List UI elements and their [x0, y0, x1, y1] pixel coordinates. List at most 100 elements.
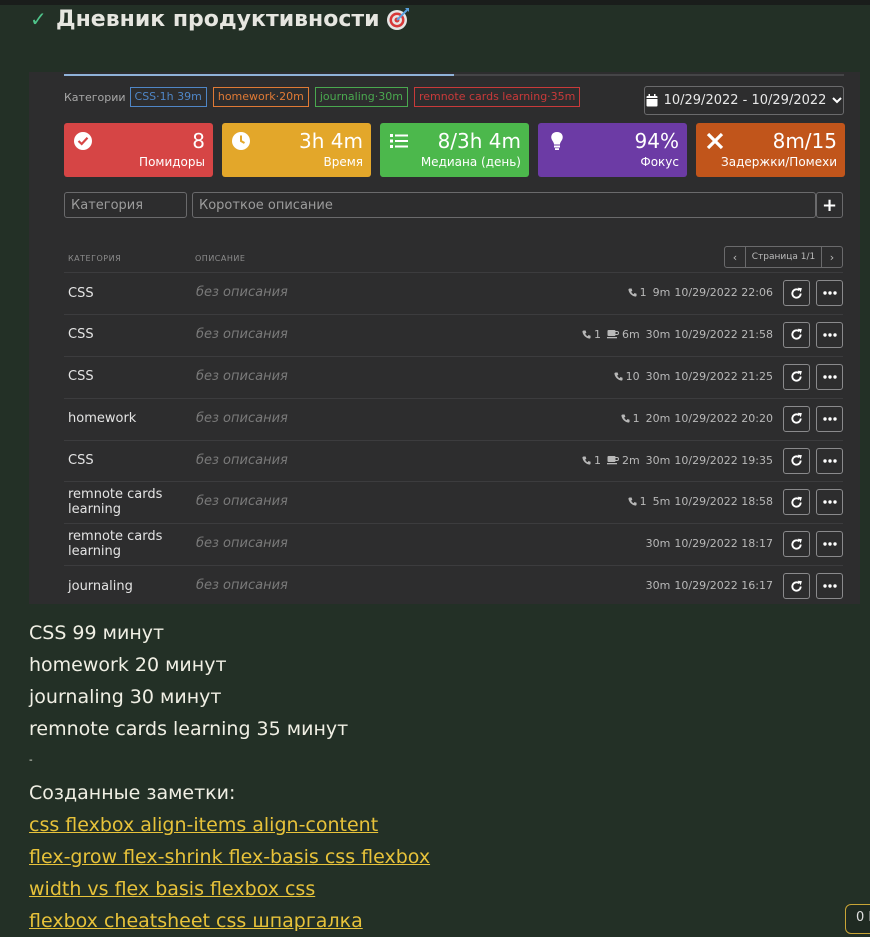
duration: 30m [645, 579, 671, 593]
restart-button[interactable] [783, 531, 810, 558]
counter-badge[interactable]: 0 l [845, 904, 870, 934]
row-category: CSS [68, 327, 94, 343]
more-options-button[interactable] [816, 489, 843, 516]
row-description: без описания [196, 578, 288, 594]
stat-label: Время [323, 155, 363, 169]
row-meta: 1 20m 10/29/2022 20:20 [621, 412, 773, 425]
restart-button[interactable] [783, 447, 810, 474]
stat-value: 8 [192, 129, 205, 153]
separator: - [29, 755, 33, 766]
redo-icon [791, 287, 802, 299]
more-options-button[interactable] [816, 363, 843, 390]
row-meta: 10 30m 10/29/2022 21:25 [614, 370, 773, 383]
more-options-button[interactable] [816, 321, 843, 348]
row-meta: 1 5m 10/29/2022 18:58 [628, 495, 773, 508]
row-category: remnote cards learning [68, 487, 163, 518]
category-chip[interactable]: journaling·30m [314, 87, 408, 107]
note-link[interactable]: flex-grow flex-shrink flex-basis css fle… [29, 841, 430, 873]
stat-label: Медиана (день) [420, 155, 521, 169]
prev-page-button[interactable]: ‹ [725, 247, 746, 267]
timestamp: 10/29/2022 21:58 [674, 327, 773, 341]
timestamp: 10/29/2022 19:35 [674, 453, 773, 467]
stat-label: Задержки/Помехи [721, 155, 837, 169]
stat-label: Фокус [640, 155, 679, 169]
row-description: без описания [196, 368, 288, 384]
table-row: CSS без описания 1 2m 30m 10/29/2022 19:35 [64, 439, 843, 482]
table-header: КАТЕГОРИЯ ОПИСАНИЕ ‹ Страница 1/1 › [64, 246, 843, 272]
category-chip[interactable]: remnote cards learning·35m [413, 87, 581, 107]
redo-icon [791, 371, 802, 382]
row-meta: 30m 10/29/2022 16:17 [646, 579, 773, 592]
target-emoji-icon [386, 8, 409, 30]
description-input[interactable] [192, 192, 816, 218]
stat-card: 8/3h 4m Медиана (день) [380, 123, 529, 177]
stat-value: 8m/15 [772, 129, 837, 153]
row-category: CSS [68, 453, 94, 469]
category-chips: CSS·1h 39m homework·20m journaling·30m remn… [129, 87, 587, 107]
category-chip[interactable]: homework·20m [212, 87, 309, 107]
more-options-button[interactable] [816, 280, 843, 306]
phone-icon [628, 288, 637, 297]
note-link[interactable]: flexbox cheatsheet css шпаргалка [29, 905, 430, 937]
category-input[interactable] [64, 192, 187, 218]
checkmark-icon: ✓ [30, 7, 47, 31]
new-entry-form: + [64, 192, 843, 220]
interruptions: 1 [621, 412, 640, 425]
more-options-button[interactable] [816, 447, 843, 474]
table-row: CSS без описания 10 30m 10/29/2022 21:25 [64, 355, 843, 398]
stat-value: 8/3h 4m [437, 129, 521, 153]
interruptions: 1 [628, 286, 647, 299]
restart-button[interactable] [783, 405, 810, 432]
row-description: без описания [196, 326, 288, 342]
phone-icon [582, 456, 591, 465]
page-indicator: Страница 1/1 [751, 252, 816, 262]
stat-card: 8 Помидоры [64, 123, 213, 177]
note-link[interactable]: css flexbox align-items align-content [29, 809, 430, 841]
phone-icon [582, 330, 591, 339]
row-category: remnote cards learning [68, 529, 163, 560]
ellipsis-icon [822, 291, 837, 295]
categories-label: Категории [64, 90, 126, 104]
more-options-button[interactable] [816, 573, 843, 600]
break-time: 2m [606, 454, 640, 467]
date-range-picker[interactable]: 10/29/2022 - 10/29/2022 [644, 86, 844, 115]
clock-icon [231, 131, 251, 151]
note-link[interactable]: width vs flex basis flexbox css [29, 873, 430, 905]
restart-button[interactable] [783, 321, 810, 348]
column-category: КАТЕГОРИЯ [68, 254, 122, 263]
notes-heading: Созданные заметки: [29, 782, 236, 804]
lightbulb-icon [547, 131, 567, 151]
redo-icon [791, 496, 802, 508]
restart-button[interactable] [783, 363, 810, 390]
x-icon [705, 131, 725, 151]
row-category: CSS [68, 369, 94, 385]
stat-card: 3h 4m Время [222, 123, 371, 177]
restart-button[interactable] [783, 489, 810, 516]
row-meta: 30m 10/29/2022 18:17 [646, 537, 773, 550]
table-row: remnote cards learning без описания 1 5m 10/… [64, 481, 843, 523]
row-description: без описания [196, 452, 288, 468]
row-meta: 1 6m 30m 10/29/2022 21:58 [582, 328, 773, 341]
duration: 20m [645, 411, 671, 425]
category-chip[interactable]: CSS·1h 39m [129, 87, 207, 107]
page-title-row: ✓ Дневник продуктивности [30, 5, 410, 33]
duration: 30m [645, 369, 671, 383]
stat-card: 94% Фокус [538, 123, 687, 177]
next-page-button[interactable]: › [821, 247, 842, 267]
ellipsis-icon [822, 500, 837, 505]
category-summary: Категории CSS·1h 39m homework·20m journali… [64, 87, 586, 107]
ellipsis-icon [822, 416, 837, 421]
row-description: без описания [196, 410, 288, 426]
phone-icon [628, 497, 637, 507]
timestamp: 10/29/2022 22:06 [674, 286, 773, 299]
duration: 9m [652, 286, 671, 299]
row-description: без описания [196, 536, 288, 552]
more-options-button[interactable] [816, 405, 843, 432]
restart-button[interactable] [783, 573, 810, 600]
more-options-button[interactable] [816, 531, 843, 558]
timestamp: 10/29/2022 16:17 [674, 579, 773, 593]
table-row: CSS без описания 1 9m 10/29/2022 22:06 [64, 272, 843, 314]
pagination: ‹ Страница 1/1 › [724, 246, 843, 268]
add-entry-button[interactable]: + [816, 192, 843, 218]
restart-button[interactable] [783, 280, 810, 306]
